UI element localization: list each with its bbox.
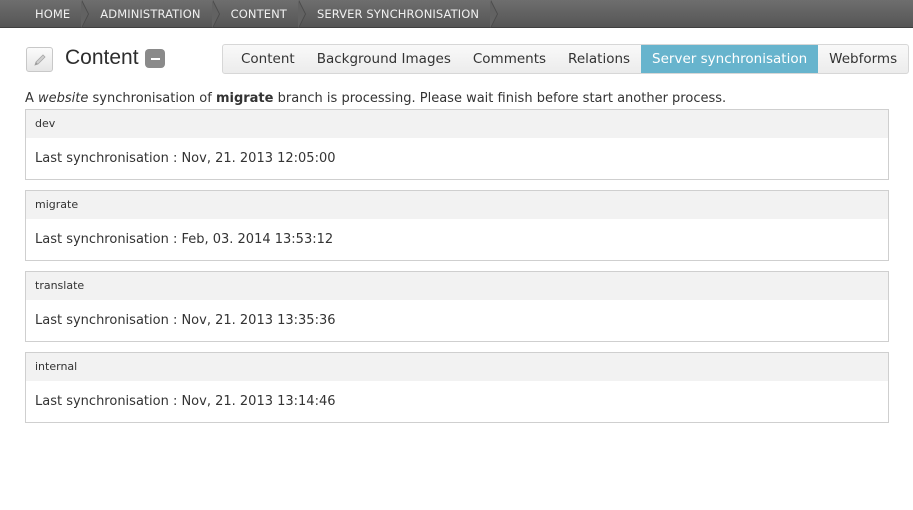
tab-comments[interactable]: Comments	[462, 45, 557, 73]
message-middle: synchronisation of	[88, 91, 216, 106]
last-sync-date: Nov, 21. 2013 12:05:00	[181, 151, 336, 166]
last-sync-label: Last synchronisation :	[35, 313, 182, 328]
last-sync-date: Feb, 03. 2014 13:53:12	[181, 232, 334, 247]
breadcrumb-home[interactable]: HOME	[20, 0, 90, 28]
branch-panel-internal: internal Last synchronisation : Nov, 21.…	[25, 352, 889, 423]
branch-panel-dev: dev Last synchronisation : Nov, 21. 2013…	[25, 109, 889, 180]
status-message: A website synchronisation of migrate bra…	[25, 91, 726, 106]
branch-name: internal	[26, 353, 888, 381]
branch-name: translate	[26, 272, 888, 300]
tab-background-images[interactable]: Background Images	[306, 45, 462, 73]
page-title: Content	[65, 46, 139, 69]
breadcrumb: HOME ADMINISTRATION CONTENT SERVER SYNCH…	[0, 0, 913, 28]
branch-panel-migrate: migrate Last synchronisation : Feb, 03. …	[25, 190, 889, 261]
tab-relations[interactable]: Relations	[557, 45, 641, 73]
page-header: Content Content Background Images Commen…	[0, 28, 913, 90]
collapse-button[interactable]	[145, 49, 165, 68]
breadcrumb-bar: HOME ADMINISTRATION CONTENT SERVER SYNCH…	[0, 0, 913, 28]
branch-list: dev Last synchronisation : Nov, 21. 2013…	[25, 109, 889, 433]
pencil-icon	[33, 53, 46, 66]
branch-name: dev	[26, 110, 888, 138]
message-suffix: branch is processing. Please wait finish…	[273, 91, 727, 106]
last-sync: Last synchronisation : Nov, 21. 2013 13:…	[26, 381, 888, 423]
last-sync-label: Last synchronisation :	[35, 232, 182, 247]
message-site: website	[38, 91, 89, 106]
message-prefix: A	[25, 91, 39, 106]
last-sync-date: Nov, 21. 2013 13:14:46	[181, 394, 336, 409]
breadcrumb-administration[interactable]: ADMINISTRATION	[85, 0, 220, 28]
minus-icon	[150, 57, 160, 60]
breadcrumb-server-synchronisation[interactable]: SERVER SYNCHRONISATION	[302, 0, 499, 28]
tab-content[interactable]: Content	[230, 45, 306, 73]
message-branch: migrate	[215, 91, 274, 106]
tab-server-synchronisation[interactable]: Server synchronisation	[641, 45, 819, 73]
tab-bar: Content Background Images Comments Relat…	[222, 44, 910, 74]
last-sync-label: Last synchronisation :	[35, 394, 182, 409]
last-sync: Last synchronisation : Nov, 21. 2013 12:…	[26, 138, 888, 180]
last-sync: Last synchronisation : Nov, 21. 2013 13:…	[26, 300, 888, 342]
breadcrumb-content[interactable]: CONTENT	[216, 0, 307, 28]
last-sync-date: Nov, 21. 2013 13:35:36	[181, 313, 336, 328]
branch-name: migrate	[26, 191, 888, 219]
edit-button[interactable]	[26, 47, 53, 72]
tab-webforms[interactable]: Webforms	[818, 45, 908, 73]
last-sync-label: Last synchronisation :	[35, 151, 182, 166]
branch-panel-translate: translate Last synchronisation : Nov, 21…	[25, 271, 889, 342]
last-sync: Last synchronisation : Feb, 03. 2014 13:…	[26, 219, 888, 261]
